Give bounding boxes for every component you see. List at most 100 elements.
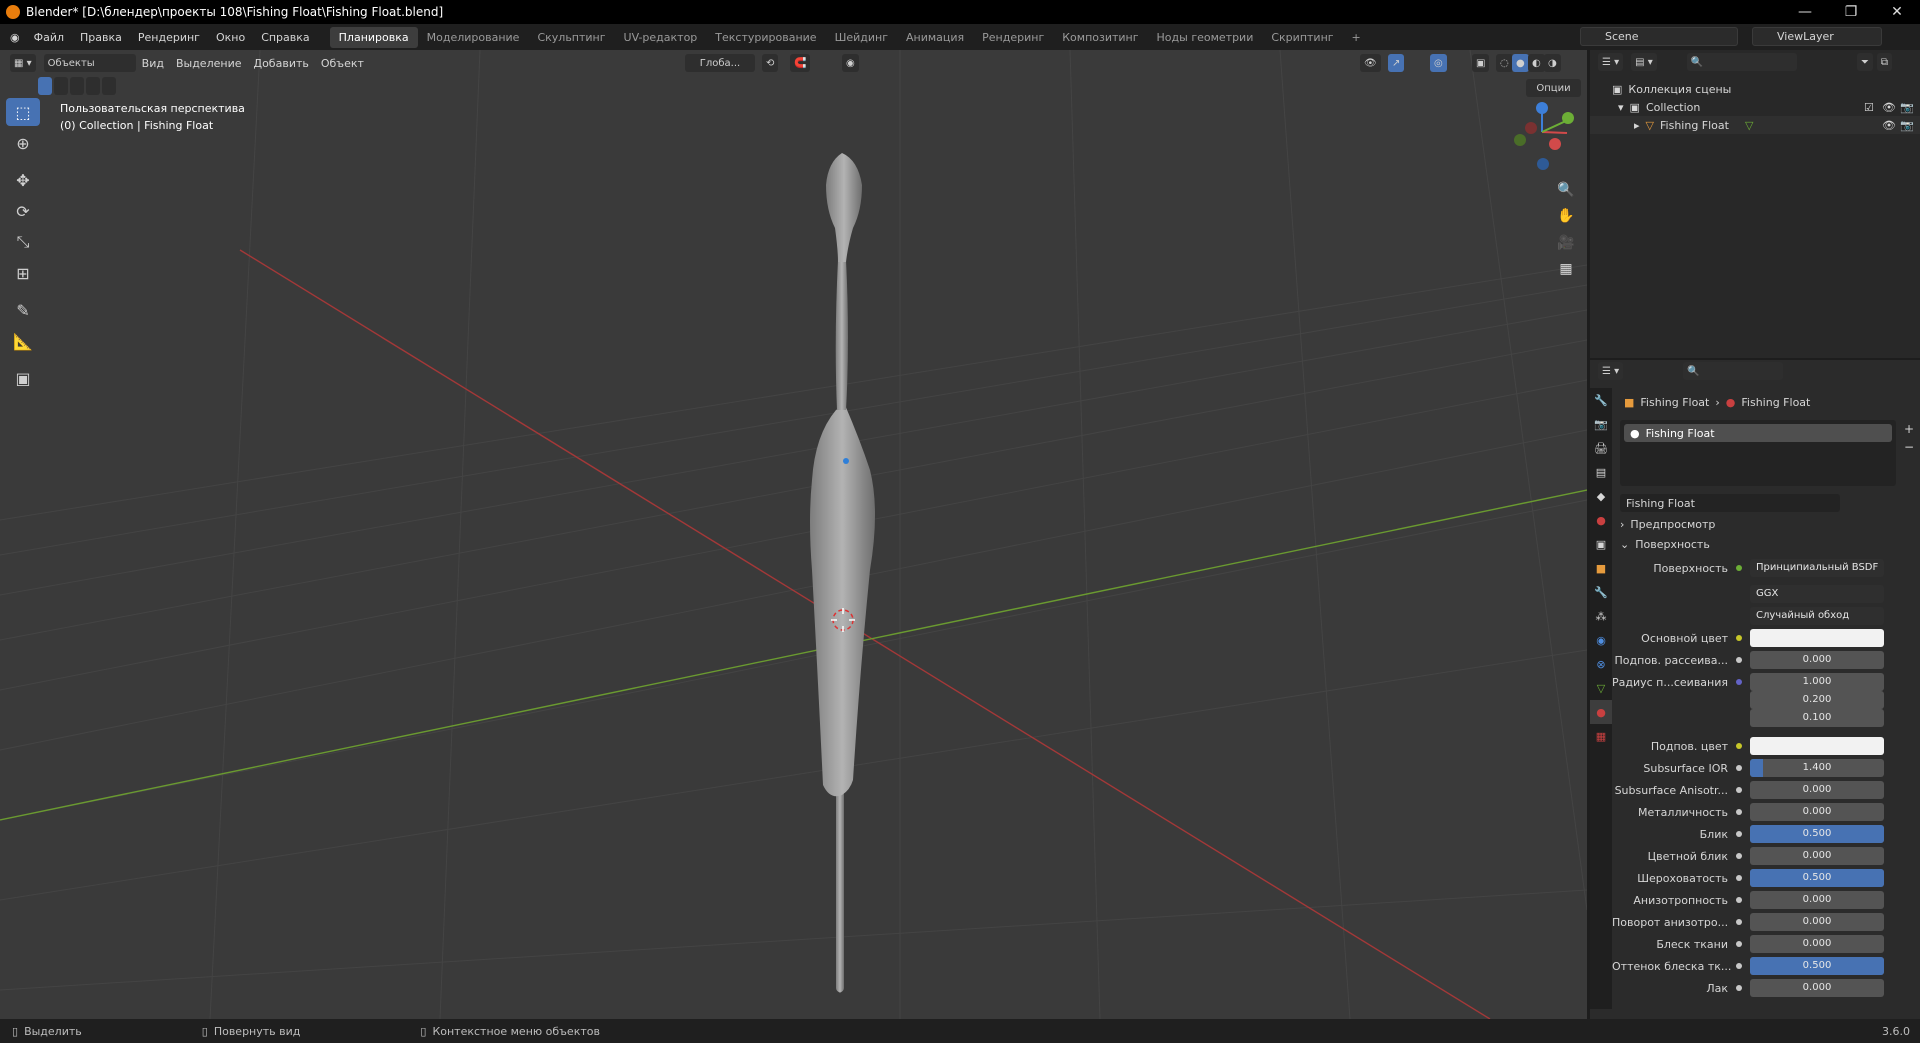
expand-arrow-icon[interactable]: ▾ [1618, 101, 1624, 114]
data-tab-icon[interactable]: ▽ [1590, 676, 1612, 700]
filter-icon[interactable]: ⏷ [1856, 53, 1873, 71]
tree-row-scene-collection[interactable]: ▣ Коллекция сцены [1590, 80, 1920, 98]
physics-tab-icon[interactable]: ◉ [1590, 628, 1612, 652]
properties-editor-type-icon[interactable]: ☰ ▾ [1598, 362, 1624, 380]
socket-dot-icon[interactable] [1736, 853, 1742, 859]
socket-dot-icon[interactable] [1736, 919, 1742, 925]
object-tab-icon[interactable]: ■ [1590, 556, 1612, 580]
new-collection-icon[interactable]: ⧉ [1876, 53, 1892, 71]
expand-arrow-icon[interactable]: ▸ [1634, 119, 1640, 132]
material-slot-item[interactable]: ● Fishing Float [1624, 424, 1892, 442]
solid-shading-icon[interactable]: ● [1512, 54, 1529, 72]
socket-dot-icon[interactable] [1736, 831, 1742, 837]
material-tab-icon[interactable]: ● [1590, 700, 1612, 724]
surface-shader-selector[interactable]: Принципиальный BSDF [1750, 559, 1884, 577]
tab-animation[interactable]: Анимация [897, 27, 973, 48]
color-swatch[interactable] [1750, 737, 1884, 755]
value-slider[interactable]: 0.000 [1750, 891, 1884, 909]
particles-tab-icon[interactable]: ⁂ [1590, 604, 1612, 628]
socket-dot-icon[interactable] [1736, 875, 1742, 881]
value-slider[interactable]: 0.000 [1750, 781, 1884, 799]
socket-dot-icon[interactable] [1736, 809, 1742, 815]
tab-uv-editing[interactable]: UV-редактор [615, 27, 707, 48]
pan-hand-icon[interactable]: ✋ [1554, 204, 1578, 228]
3d-viewport[interactable]: ▦ ▾ Объекты Вид Выделение Добавить Объек… [0, 50, 1587, 1019]
select-new-icon[interactable] [38, 77, 52, 95]
display-mode-icon[interactable]: ▤ ▾ [1631, 53, 1657, 71]
maximize-button[interactable]: ❐ [1828, 0, 1874, 24]
material-name-field[interactable]: Fishing Float [1620, 494, 1840, 512]
socket-dot-icon[interactable] [1736, 963, 1742, 969]
socket-dot-icon[interactable] [1736, 765, 1742, 771]
object-visibility-icon[interactable]: 👁 [1882, 119, 1896, 132]
view-layer-selector[interactable]: ViewLayer [1752, 27, 1882, 46]
collection-render-icon[interactable]: 📷 [1900, 101, 1914, 114]
cursor-tool-icon[interactable]: ⊕ [6, 129, 40, 157]
options-dropdown[interactable]: Опции [1526, 79, 1581, 97]
select-subtract-icon[interactable] [70, 77, 84, 95]
menu-render[interactable]: Рендеринг [130, 31, 208, 44]
pivot-point-icon[interactable]: ⟲ [762, 54, 779, 72]
value-slider[interactable]: 0.000 [1750, 979, 1884, 997]
tree-row-fishing-float[interactable]: ▸ ▽ Fishing Float ▽ 👁 📷 [1590, 116, 1920, 134]
menu-edit[interactable]: Правка [72, 31, 130, 44]
texture-tab-icon[interactable]: ▦ [1590, 724, 1612, 748]
move-tool-icon[interactable]: ✥ [6, 166, 40, 194]
socket-dot-icon[interactable] [1736, 635, 1742, 641]
tab-modeling[interactable]: Моделирование [418, 27, 529, 48]
socket-dot-icon[interactable] [1736, 985, 1742, 991]
rendered-shading-icon[interactable]: ◑ [1544, 54, 1561, 72]
value-slider[interactable]: 0.100 [1750, 709, 1884, 727]
mode-selector[interactable]: Объекты [43, 54, 136, 72]
tab-texture-paint[interactable]: Текстурирование [706, 27, 825, 48]
blender-menu-icon[interactable]: ◉ [0, 31, 26, 44]
tool-tab-icon[interactable]: 🔧 [1590, 388, 1612, 412]
zoom-icon[interactable]: 🔍 [1554, 178, 1578, 202]
material-shading-icon[interactable]: ◐ [1528, 54, 1545, 72]
menu-help[interactable]: Справка [253, 31, 317, 44]
socket-dot-icon[interactable] [1736, 657, 1742, 663]
outliner-search-input[interactable]: 🔍 [1686, 53, 1797, 71]
panel-surface[interactable]: ⌄ Поверхность [1620, 534, 1900, 554]
subsurface-method-dropdown[interactable]: Случайный обход [1750, 607, 1884, 625]
tab-shading[interactable]: Шейдинг [826, 27, 897, 48]
value-slider[interactable]: 0.000 [1750, 935, 1884, 953]
value-slider[interactable]: 0.000 [1750, 803, 1884, 821]
select-invert-icon[interactable] [86, 77, 100, 95]
tab-compositing[interactable]: Композитинг [1053, 27, 1147, 48]
transform-tool-icon[interactable]: ⊞ [6, 259, 40, 287]
tab-rendering[interactable]: Рендеринг [973, 27, 1053, 48]
scene-tab-icon[interactable]: ◆ [1590, 484, 1612, 508]
render-tab-icon[interactable]: 📷 [1590, 412, 1612, 436]
panel-preview[interactable]: › Предпросмотр [1620, 514, 1900, 534]
socket-dot-icon[interactable] [1736, 743, 1742, 749]
fishing-float-mesh[interactable] [810, 153, 875, 993]
proportional-edit-icon[interactable]: ◉ [842, 54, 859, 72]
tab-sculpting[interactable]: Скульптинг [528, 27, 614, 48]
visibility-icon[interactable]: 👁 [1360, 54, 1381, 72]
select-extend-icon[interactable] [54, 77, 68, 95]
menu-object[interactable]: Объект [315, 57, 370, 70]
object-render-icon[interactable]: 📷 [1900, 119, 1914, 132]
tree-row-collection[interactable]: ▾ ▣ Collection ☑ 👁 📷 [1590, 98, 1920, 116]
value-slider[interactable]: 1.400 [1750, 759, 1884, 777]
remove-slot-button[interactable]: − [1904, 440, 1914, 454]
xray-icon[interactable]: ▣ [1472, 54, 1490, 72]
outliner-editor-type-icon[interactable]: ☰ ▾ [1598, 53, 1624, 71]
constraints-tab-icon[interactable]: ⊗ [1590, 652, 1612, 676]
add-workspace-button[interactable]: + [1343, 27, 1370, 48]
output-tab-icon[interactable]: 🖨 [1590, 436, 1612, 460]
socket-dot-icon[interactable] [1736, 679, 1742, 685]
menu-window[interactable]: Окно [208, 31, 253, 44]
transform-orientation-dropdown[interactable]: Глоба... [685, 54, 755, 72]
select-box-tool-icon[interactable]: ⬚ [6, 98, 40, 126]
gizmo-toggle-icon[interactable]: ↗ [1388, 54, 1405, 72]
collection-checkbox-icon[interactable]: ☑ [1864, 101, 1874, 114]
add-slot-button[interactable]: + [1904, 422, 1914, 436]
value-slider[interactable]: 1.000 [1750, 673, 1884, 691]
value-slider[interactable]: 0.500 [1750, 869, 1884, 887]
menu-file[interactable]: Файл [26, 31, 72, 44]
measure-tool-icon[interactable]: 📐 [6, 327, 40, 355]
socket-dot-icon[interactable] [1736, 787, 1742, 793]
select-intersect-icon[interactable] [102, 77, 116, 95]
